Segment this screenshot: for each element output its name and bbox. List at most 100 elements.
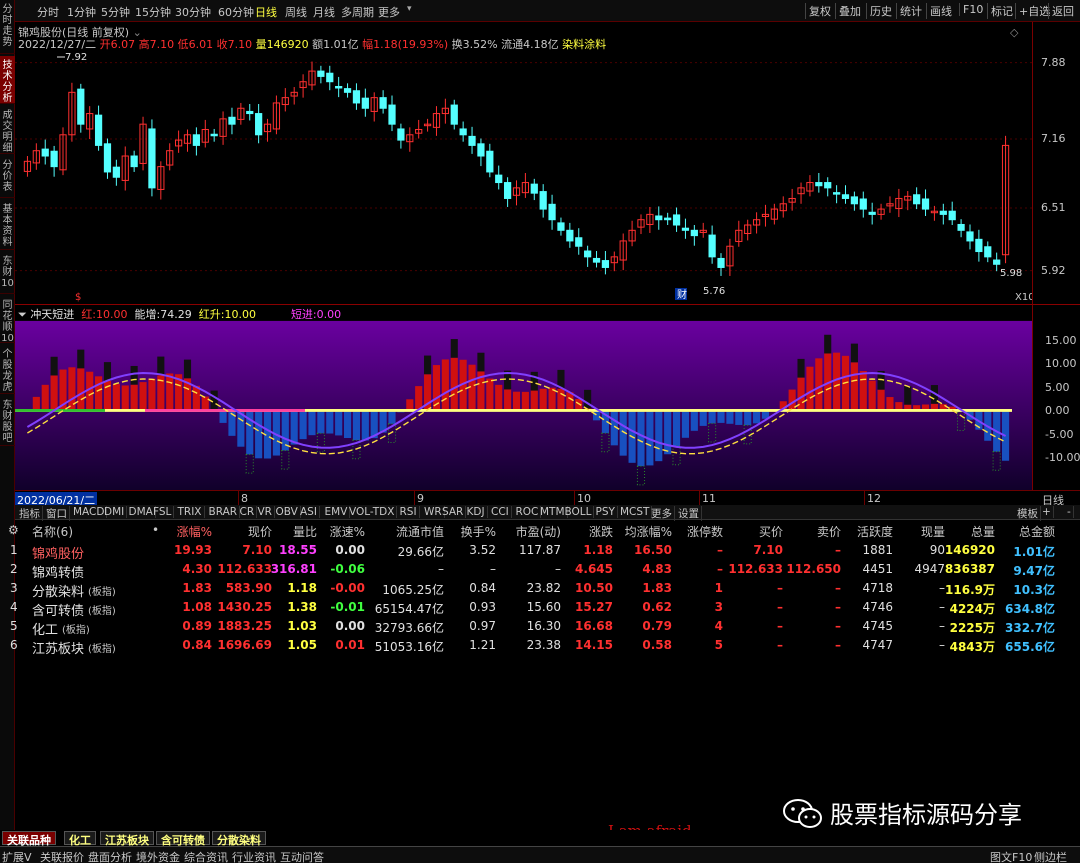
indicator-tab-kdj[interactable]: KDJ [465,506,488,518]
indicator-tab-mcst[interactable]: MCST [618,506,653,518]
indicator-tab-right-2[interactable]: - [1065,506,1074,518]
status-item-6[interactable]: 互动问答 [280,849,324,863]
concept-tag[interactable]: 染料涂料 [562,38,606,51]
cell-name[interactable]: 分散染料 [32,581,84,600]
cell-ask: 112.650 [786,562,841,576]
period-tab-0[interactable]: 分时 [37,4,59,20]
indicator-tab-trix[interactable]: TRIX [176,506,205,518]
indicator-tab-right-1[interactable]: + [1040,506,1054,518]
status-item-2[interactable]: 盘面分析 [88,849,132,863]
table-header-6[interactable]: 流通市值 [396,523,444,540]
status-item-5[interactable]: 行业资讯 [232,849,276,863]
cell-name[interactable]: 江苏板块 [32,638,84,657]
indicator-name[interactable]: 冲天短进 [30,308,74,321]
status-item-3[interactable]: 境外资金 [136,849,180,863]
table-header-8[interactable]: 市盈(动) [516,523,561,540]
toolbar-button-6[interactable]: 标记 [987,3,1016,19]
chart-settings-icon[interactable]: ◇ [1010,26,1018,39]
indicator-tab-vol-tdx[interactable]: VOL-TDX [347,506,398,518]
cell-limit: 5 [714,638,723,652]
table-header-3[interactable]: 现价 [248,523,272,540]
period-tab-9[interactable]: 多周期 [341,4,374,20]
period-tab-10[interactable]: 更多 [378,4,400,20]
period-tab-6[interactable]: 日线 [255,4,277,20]
status-f10-button[interactable]: 图文F10 [990,849,1032,863]
indicator-tab-obv[interactable]: OBV [274,506,301,518]
indicator-tab-boll[interactable]: BOLL [563,506,595,518]
toolbar-button-0[interactable]: 复权 [805,3,834,19]
settings-gear-icon[interactable]: ⚙ [8,523,19,537]
table-header-14[interactable]: 活跃度 [857,523,893,540]
left-nav-item-2[interactable]: 成交明细 [0,106,15,154]
period-tab-3[interactable]: 15分钟 [135,4,171,20]
cell-name[interactable]: 化工 [32,619,58,638]
period-tab-7[interactable]: 周线 [285,4,307,20]
status-item-4[interactable]: 综合资讯 [184,849,228,863]
left-nav-item-8[interactable]: 东财股吧 [0,396,15,446]
status-item-1[interactable]: 关联报价 [40,849,84,863]
indicator-tab-rsi[interactable]: RSI [398,506,420,518]
left-nav-item-4[interactable]: 基本资料 [0,200,15,250]
toolbar-button-3[interactable]: 统计 [896,3,925,19]
more-chevron-icon[interactable]: ▾ [407,4,412,14]
table-header-16[interactable]: 总量 [971,523,995,540]
month-tick [699,491,700,505]
indicator-tab-更多[interactable]: 更多 [649,506,675,521]
table-header-13[interactable]: 卖价 [817,523,841,540]
left-nav-item-7[interactable]: 个股龙虎 [0,345,15,394]
period-tab-5[interactable]: 60分钟 [218,4,254,20]
indicator-tab-sar[interactable]: SAR [440,506,467,518]
table-header-17[interactable]: 总金额 [1019,523,1055,540]
period-tab-1[interactable]: 1分钟 [67,4,96,20]
indicator-tab-设置[interactable]: 设置 [676,506,702,521]
bottom-tab-2[interactable]: 江苏板块 [100,831,154,847]
cell-name[interactable]: 含可转债 [32,600,84,619]
bottom-tab-1[interactable]: 化工 [64,831,96,847]
table-header-5[interactable]: 涨速% [330,523,365,540]
indicator-tab-brar[interactable]: BRAR [207,506,241,518]
bottom-tab-4[interactable]: 分散染料 [212,831,266,847]
toolbar-button-2[interactable]: 历史 [866,3,895,19]
left-nav-item-5[interactable]: 东财10 [0,252,15,294]
cell-name[interactable]: 锦鸡转债 [32,562,84,581]
period-tab-8[interactable]: 月线 [313,4,335,20]
toolbar-button-5[interactable]: F10 [959,3,986,16]
table-header-0[interactable]: 名称(6) [32,523,73,540]
toolbar-button-1[interactable]: 叠加 [835,3,864,19]
toolbar-button-8[interactable]: 返回 [1048,3,1077,19]
status-item-0[interactable]: 扩展V [2,849,32,863]
period-tab-4[interactable]: 30分钟 [175,4,211,20]
status-sidebar-button[interactable]: 侧边栏 [1034,849,1067,863]
indicator-menu-icon[interactable]: ⏷ [18,308,27,321]
indicator-tab-cr[interactable]: CR [238,506,258,518]
left-nav-item-0[interactable]: 分时走势 [0,0,15,54]
table-header-4[interactable]: 量比 [293,523,317,540]
left-nav-item-1[interactable]: 技术分析 [0,56,15,104]
table-header-15[interactable]: 现量 [921,523,945,540]
bottom-tab-0[interactable]: 关联品种 [2,831,56,847]
left-nav-item-3[interactable]: 分价表 [0,156,15,198]
table-header-9[interactable]: 涨跌 [589,523,613,540]
indicator-tab-窗口[interactable]: 窗口 [44,506,70,521]
period-tab-2[interactable]: 5分钟 [101,4,130,20]
indicator-tab-asi[interactable]: ASI [298,506,320,518]
indicator-tab-fsl[interactable]: FSL [151,506,175,518]
candlestick-chart[interactable]: 7.92 5.76 5.98 财 $ X10 [15,22,1032,304]
table-header-7[interactable]: 换手% [461,523,496,540]
cell-name[interactable]: 锦鸡股份 [32,543,84,562]
indicator-tab-psy[interactable]: PSY [594,506,618,518]
indicator-tab-cci[interactable]: CCI [489,506,512,518]
table-header-1[interactable]: • [152,523,159,537]
toolbar-button-4[interactable]: 画线 [926,3,955,19]
table-header-2[interactable]: 涨幅% [177,523,212,540]
indicator-chart[interactable] [15,304,1032,490]
table-header-11[interactable]: 涨停数 [687,523,723,540]
bottom-tab-3[interactable]: 含可转债 [156,831,210,847]
table-header-10[interactable]: 均涨幅% [625,523,672,540]
indicator-tab-dmi[interactable]: DMI [102,506,128,518]
indicator-tab-指标[interactable]: 指标 [17,506,43,521]
left-nav-item-6[interactable]: 同花顺10 [0,296,15,344]
indicator-tab-right-0[interactable]: 模板 [1015,506,1041,521]
table-header-12[interactable]: 买价 [759,523,783,540]
indicator-tab-vr[interactable]: VR [256,506,275,518]
